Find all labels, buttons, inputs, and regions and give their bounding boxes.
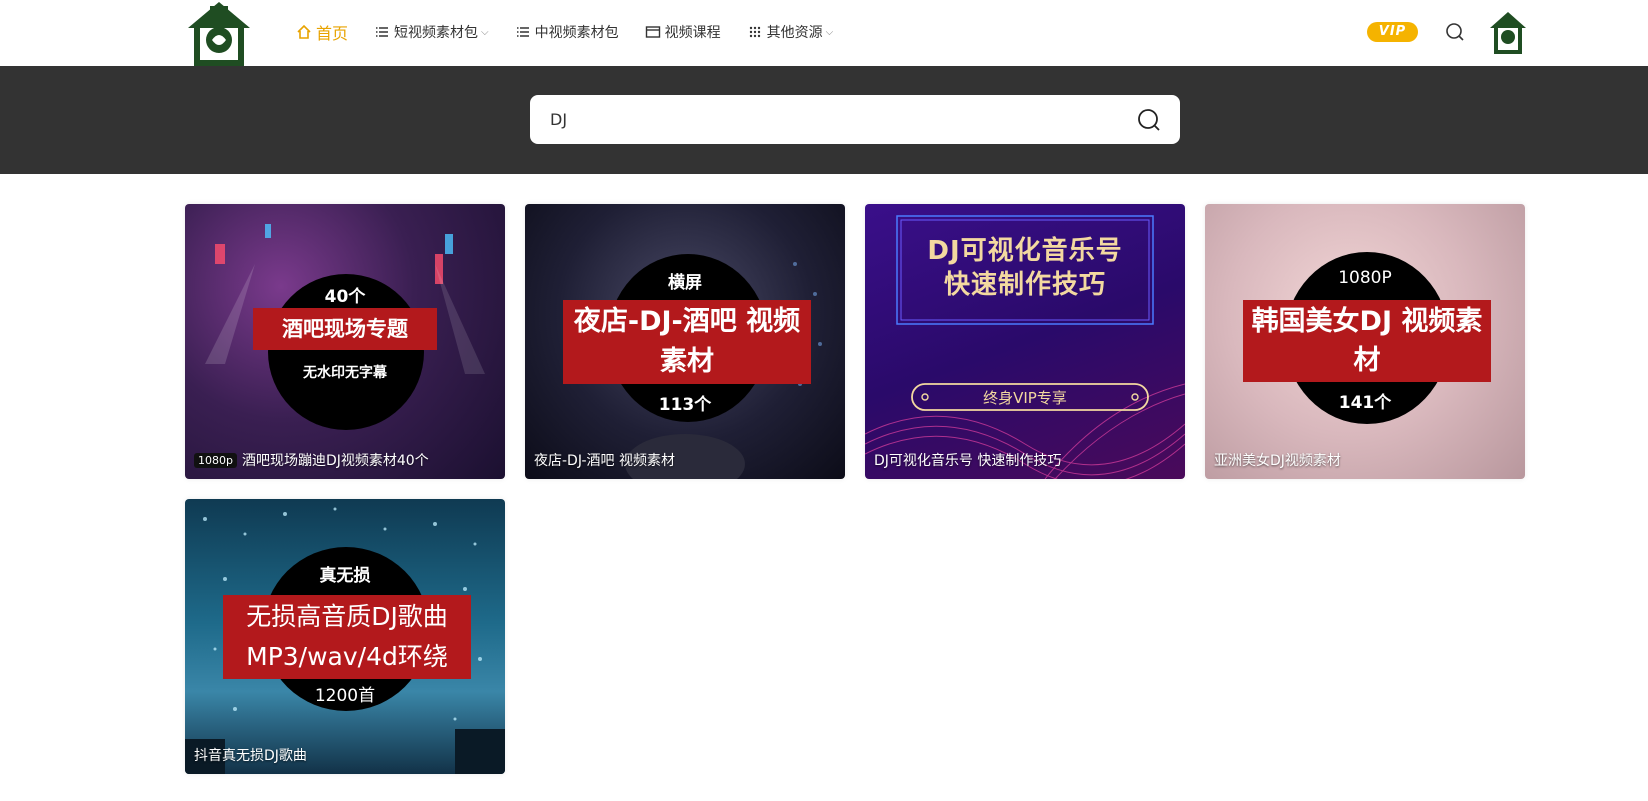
nav-label: 首页 — [316, 24, 349, 43]
card-banner-line2: MP3/wav/4d环绕 — [246, 642, 448, 671]
nav-item-other[interactable]: 其他资源 ⌵ — [747, 22, 834, 42]
nav-item-mid-video[interactable]: 中视频素材包 — [515, 22, 619, 42]
result-card[interactable]: 横屏 夜店-DJ-酒吧 视频素材 113个 夜店-DJ-酒吧 视频素材 — [525, 204, 845, 479]
card-top-text: 1080P — [1338, 268, 1392, 288]
card-banner: 酒吧现场专题 — [253, 308, 437, 350]
result-card[interactable]: DJ可视化音乐号 快速制作技巧 终身VIP专享 DJ可视化音乐号 快速制作技巧 — [865, 204, 1185, 479]
search-box — [530, 95, 1180, 144]
card-bottom-text: 无水印无字幕 — [303, 365, 387, 381]
house-logo-icon[interactable] — [184, 0, 254, 66]
chevron-down-icon: ⌵ — [481, 26, 489, 38]
card-top-text: 40个 — [324, 287, 366, 307]
card-caption: DJ可视化音乐号 快速制作技巧 — [874, 450, 1061, 470]
nav-label: 视频课程 — [664, 25, 721, 41]
list-icon — [516, 27, 529, 37]
chevron-down-icon: ⌵ — [825, 26, 834, 38]
card-bottom-text: 1200首 — [314, 686, 376, 706]
card-caption: 1080p 酒吧现场蹦迪DJ视频素材40个 — [194, 450, 429, 470]
nav-item-short-video[interactable]: 短视频素材包 ⌵ — [374, 22, 489, 42]
home-icon — [297, 24, 311, 39]
vip-badge[interactable]: VIP — [1367, 22, 1418, 42]
search-input[interactable] — [550, 95, 1110, 144]
card-banner: 韩国美女DJ 视频素材 — [1243, 300, 1491, 382]
nav-item-courses[interactable]: 视频课程 — [645, 22, 721, 42]
top-navigation-bar: 首页 短视频素材包 ⌵ 中视频素材包 视频课程 其他资源 ⌵ VIP — [0, 0, 1648, 66]
card-title: 酒吧现场蹦迪DJ视频素材40个 — [241, 453, 429, 469]
resolution-badge: 1080p — [194, 452, 237, 468]
card-title: DJ可视化音乐号 快速制作技巧 — [874, 453, 1062, 469]
card-title: 抖音真无损DJ歌曲 — [194, 748, 307, 764]
card-top-text: 真无损 — [319, 566, 371, 586]
window-icon — [645, 26, 660, 38]
avatar[interactable] — [1488, 10, 1528, 54]
card-caption: 夜店-DJ-酒吧 视频素材 — [534, 450, 675, 470]
card-banner: 无损高音质DJ歌曲 MP3/wav/4d环绕 — [223, 595, 471, 679]
card-caption: 抖音真无损DJ歌曲 — [194, 745, 307, 765]
card-title: 夜店-DJ-酒吧 视频素材 — [534, 453, 675, 469]
card-title-line1: DJ可视化音乐号 — [927, 236, 1123, 266]
nav-label: 短视频素材包 — [394, 25, 479, 41]
main-nav: 首页 短视频素材包 ⌵ 中视频素材包 视频课程 其他资源 ⌵ — [296, 20, 859, 44]
grid-icon — [749, 26, 760, 38]
nav-label: 其他资源 — [766, 25, 823, 41]
card-caption: 亚洲美女DJ视频素材 — [1214, 450, 1341, 470]
card-bottom-text: 141个 — [1338, 393, 1392, 413]
card-top-text: 横屏 — [668, 273, 702, 293]
result-card[interactable]: 1080P 韩国美女DJ 视频素材 141个 亚洲美女DJ视频素材 — [1205, 204, 1525, 479]
card-banner: 夜店-DJ-酒吧 视频素材 — [563, 300, 811, 384]
nav-item-home[interactable]: 首页 — [296, 20, 348, 44]
card-title: 亚洲美女DJ视频素材 — [1214, 453, 1341, 469]
vip-exclusive-pill: 终身VIP专享 — [983, 389, 1067, 407]
result-card[interactable]: 40个 酒吧现场专题 无水印无字幕 1080p 酒吧现场蹦迪DJ视频素材40个 — [185, 204, 505, 479]
search-submit-icon[interactable] — [1136, 107, 1162, 133]
card-banner-line1: 无损高音质DJ歌曲 — [246, 602, 448, 631]
card-bottom-text: 113个 — [658, 395, 712, 415]
card-title-line2: 快速制作技巧 — [943, 270, 1106, 300]
list-icon — [376, 27, 389, 37]
nav-label: 中视频素材包 — [534, 25, 619, 41]
search-icon[interactable] — [1444, 21, 1466, 43]
result-card[interactable]: 真无损 无损高音质DJ歌曲 MP3/wav/4d环绕 1200首 抖音真无损DJ… — [185, 499, 505, 774]
